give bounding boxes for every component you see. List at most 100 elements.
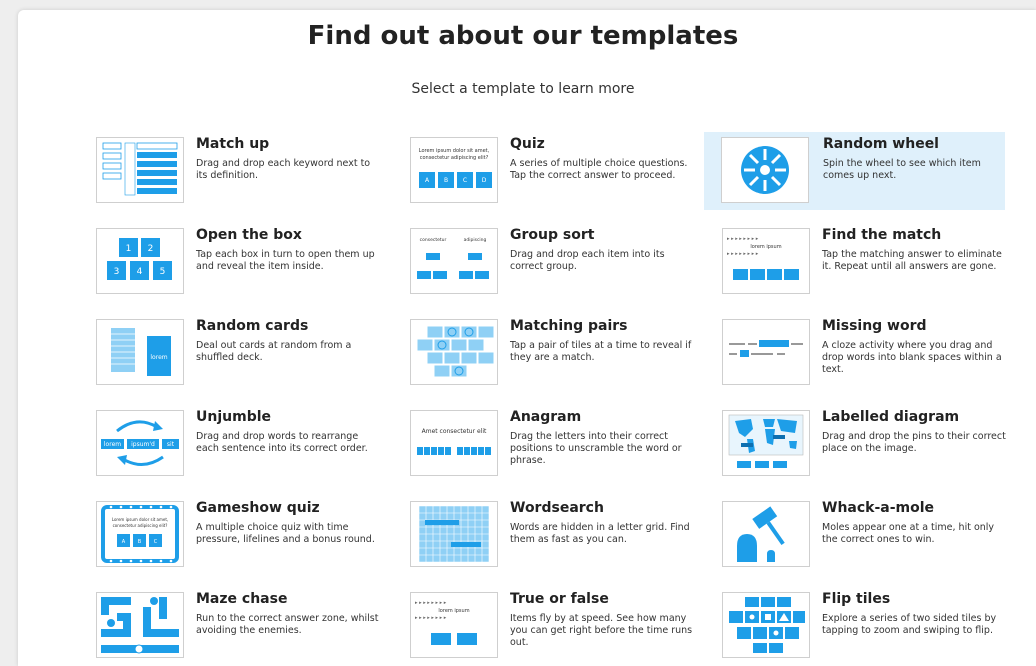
svg-text:ipsum'd: ipsum'd: [131, 441, 155, 448]
template-title: Group sort: [510, 227, 595, 243]
match-up-thumbnail: [96, 137, 184, 203]
svg-text:▸ ▸ ▸ ▸ ▸ ▸ ▸ ▸: ▸ ▸ ▸ ▸ ▸ ▸ ▸ ▸: [415, 600, 447, 606]
missing-word-thumbnail: [722, 319, 810, 385]
template-title: Anagram: [510, 409, 582, 425]
template-description: Moles appear one at a time, hit only the…: [822, 522, 995, 545]
svg-text:consectetur: consectetur: [420, 237, 447, 243]
svg-text:Amet consectetur elit: Amet consectetur elit: [422, 428, 487, 435]
true-or-false-thumbnail: ▸ ▸ ▸ ▸ ▸ ▸ ▸ ▸ ▸ ▸ ▸ ▸ ▸ ▸ ▸ ▸ lorem ip…: [410, 592, 498, 658]
svg-text:consectetur adipiscing elit?: consectetur adipiscing elit?: [113, 523, 168, 528]
template-description: A cloze activity where you drag and drop…: [822, 340, 1002, 375]
svg-text:lorem: lorem: [104, 441, 121, 448]
template-title: Match up: [196, 136, 270, 152]
matching-pairs-thumbnail: [410, 319, 498, 385]
template-description: Deal out cards at random from a shuffled…: [196, 340, 352, 363]
svg-text:C: C: [154, 539, 158, 545]
svg-text:sit: sit: [167, 441, 175, 448]
template-description: Tap each box in turn to open them up and…: [196, 249, 375, 272]
template-description: Items fly by at speed. See how many you …: [510, 613, 693, 648]
template-description: Drag and drop each item into its correct…: [510, 249, 665, 272]
svg-text:adipiscing: adipiscing: [464, 237, 487, 243]
open-the-box-thumbnail: 1 2 3 4 5: [96, 228, 184, 294]
anagram-thumbnail: Amet consectetur elit: [410, 410, 498, 476]
page-subtitle: Select a template to learn more: [411, 81, 635, 97]
svg-text:1: 1: [126, 244, 132, 254]
flip-tiles-thumbnail: [722, 592, 810, 658]
template-title: Open the box: [196, 227, 302, 243]
template-card-group-sort[interactable]: consectetur adipiscing Group sort Drag a…: [409, 223, 709, 301]
gameshow-quiz-thumbnail: Lorem ipsum dolor sit amet, consectetur …: [96, 501, 184, 567]
template-title: Random wheel: [823, 136, 939, 152]
svg-text:C: C: [463, 177, 467, 184]
template-title: Matching pairs: [510, 318, 628, 334]
template-description: Drag and drop words to rearrange each se…: [196, 431, 368, 454]
template-card-quiz[interactable]: Lorem ipsum dolor sit amet, consectetur …: [409, 132, 709, 210]
template-description: A series of multiple choice questions. T…: [510, 158, 688, 181]
template-title: Labelled diagram: [822, 409, 960, 425]
template-title: Unjumble: [196, 409, 272, 425]
quiz-thumbnail: Lorem ipsum dolor sit amet, consectetur …: [410, 137, 498, 203]
svg-text:Lorem ipsum dolor sit amet,: Lorem ipsum dolor sit amet,: [112, 517, 168, 522]
svg-text:▸ ▸ ▸ ▸ ▸ ▸ ▸ ▸: ▸ ▸ ▸ ▸ ▸ ▸ ▸ ▸: [727, 236, 759, 242]
svg-text:▸ ▸ ▸ ▸ ▸ ▸ ▸ ▸: ▸ ▸ ▸ ▸ ▸ ▸ ▸ ▸: [727, 251, 759, 257]
template-card-missing-word[interactable]: Missing word A cloze activity where you …: [721, 314, 1021, 392]
template-title: Flip tiles: [822, 591, 891, 607]
template-title: Gameshow quiz: [196, 500, 320, 516]
random-wheel-thumbnail: [721, 137, 809, 203]
template-title: Whack-a-mole: [822, 500, 935, 516]
svg-text:Lorem ipsum dolor sit amet,: Lorem ipsum dolor sit amet,: [419, 148, 490, 154]
template-title: Random cards: [196, 318, 309, 334]
svg-text:lorem ipsum: lorem ipsum: [438, 608, 469, 614]
template-title: True or false: [510, 591, 609, 607]
template-description: Explore a series of two sided tiles by t…: [822, 613, 997, 636]
find-the-match-thumbnail: ▸ ▸ ▸ ▸ ▸ ▸ ▸ ▸ ▸ ▸ ▸ ▸ ▸ ▸ ▸ ▸ lorem ip…: [722, 228, 810, 294]
template-description: Drag and drop each keyword next to its d…: [196, 158, 371, 181]
svg-text:3: 3: [114, 267, 120, 277]
template-card-match-up[interactable]: Match up Drag and drop each keyword next…: [95, 132, 395, 210]
template-card-matching-pairs[interactable]: Matching pairs Tap a pair of tiles at a …: [409, 314, 709, 392]
whack-a-mole-thumbnail: [722, 501, 810, 567]
svg-text:A: A: [122, 539, 126, 545]
svg-text:2: 2: [148, 244, 154, 254]
page-title: Find out about our templates: [307, 21, 739, 51]
svg-text:D: D: [482, 177, 487, 184]
template-card-unjumble[interactable]: lorem ipsum'd sit Unjumble Drag and drop…: [95, 405, 395, 483]
template-card-whack-a-mole[interactable]: Whack-a-mole Moles appear one at a time,…: [721, 496, 1021, 574]
svg-text:consectetur adipiscing elit?: consectetur adipiscing elit?: [420, 155, 489, 161]
template-card-find-the-match[interactable]: ▸ ▸ ▸ ▸ ▸ ▸ ▸ ▸ ▸ ▸ ▸ ▸ ▸ ▸ ▸ ▸ lorem ip…: [721, 223, 1021, 301]
random-cards-thumbnail: lorem: [96, 319, 184, 385]
svg-text:▸ ▸ ▸ ▸ ▸ ▸ ▸ ▸: ▸ ▸ ▸ ▸ ▸ ▸ ▸ ▸: [415, 615, 447, 621]
group-sort-thumbnail: consectetur adipiscing: [410, 228, 498, 294]
template-card-flip-tiles[interactable]: Flip tiles Explore a series of two sided…: [721, 587, 1021, 665]
template-card-anagram[interactable]: Amet consectetur elit Anagram Drag the l…: [409, 405, 709, 483]
svg-text:4: 4: [137, 267, 143, 277]
template-card-open-the-box[interactable]: 1 2 3 4 5 Open the box Tap each box in t…: [95, 223, 395, 301]
template-description: Words are hidden in a letter grid. Find …: [510, 522, 690, 545]
template-title: Missing word: [822, 318, 927, 334]
template-card-random-cards[interactable]: lorem Random cards Deal out cards at ran…: [95, 314, 395, 392]
svg-text:5: 5: [160, 267, 166, 277]
svg-text:lorem: lorem: [150, 354, 167, 361]
template-title: Find the match: [822, 227, 942, 243]
template-title: Maze chase: [196, 591, 288, 607]
template-card-true-or-false[interactable]: ▸ ▸ ▸ ▸ ▸ ▸ ▸ ▸ ▸ ▸ ▸ ▸ ▸ ▸ ▸ ▸ lorem ip…: [409, 587, 709, 665]
template-description: Drag the letters into their correct posi…: [510, 431, 682, 466]
template-card-random-wheel[interactable]: Random wheel Spin the wheel to see which…: [704, 132, 1005, 210]
template-description: Run to the correct answer zone, whilst a…: [196, 613, 379, 636]
template-title: Quiz: [510, 136, 545, 152]
scrolled-text-fragment: [0, 0, 1036, 6]
template-description: A multiple choice quiz with time pressur…: [196, 522, 375, 545]
labelled-diagram-thumbnail: [722, 410, 810, 476]
template-card-labelled-diagram[interactable]: Labelled diagram Drag and drop the pins …: [721, 405, 1021, 483]
svg-text:B: B: [444, 177, 448, 184]
unjumble-thumbnail: lorem ipsum'd sit: [96, 410, 184, 476]
template-description: Spin the wheel to see which item comes u…: [823, 158, 981, 181]
wordsearch-thumbnail: [410, 501, 498, 567]
svg-text:B: B: [138, 539, 142, 545]
template-card-gameshow-quiz[interactable]: Lorem ipsum dolor sit amet, consectetur …: [95, 496, 395, 574]
template-title: Wordsearch: [510, 500, 604, 516]
template-card-wordsearch[interactable]: Wordsearch Words are hidden in a letter …: [409, 496, 709, 574]
template-description: Drag and drop the pins to their correct …: [822, 431, 1006, 454]
svg-text:lorem ipsum: lorem ipsum: [750, 244, 781, 250]
template-card-maze-chase[interactable]: Maze chase Run to the correct answer zon…: [95, 587, 395, 665]
